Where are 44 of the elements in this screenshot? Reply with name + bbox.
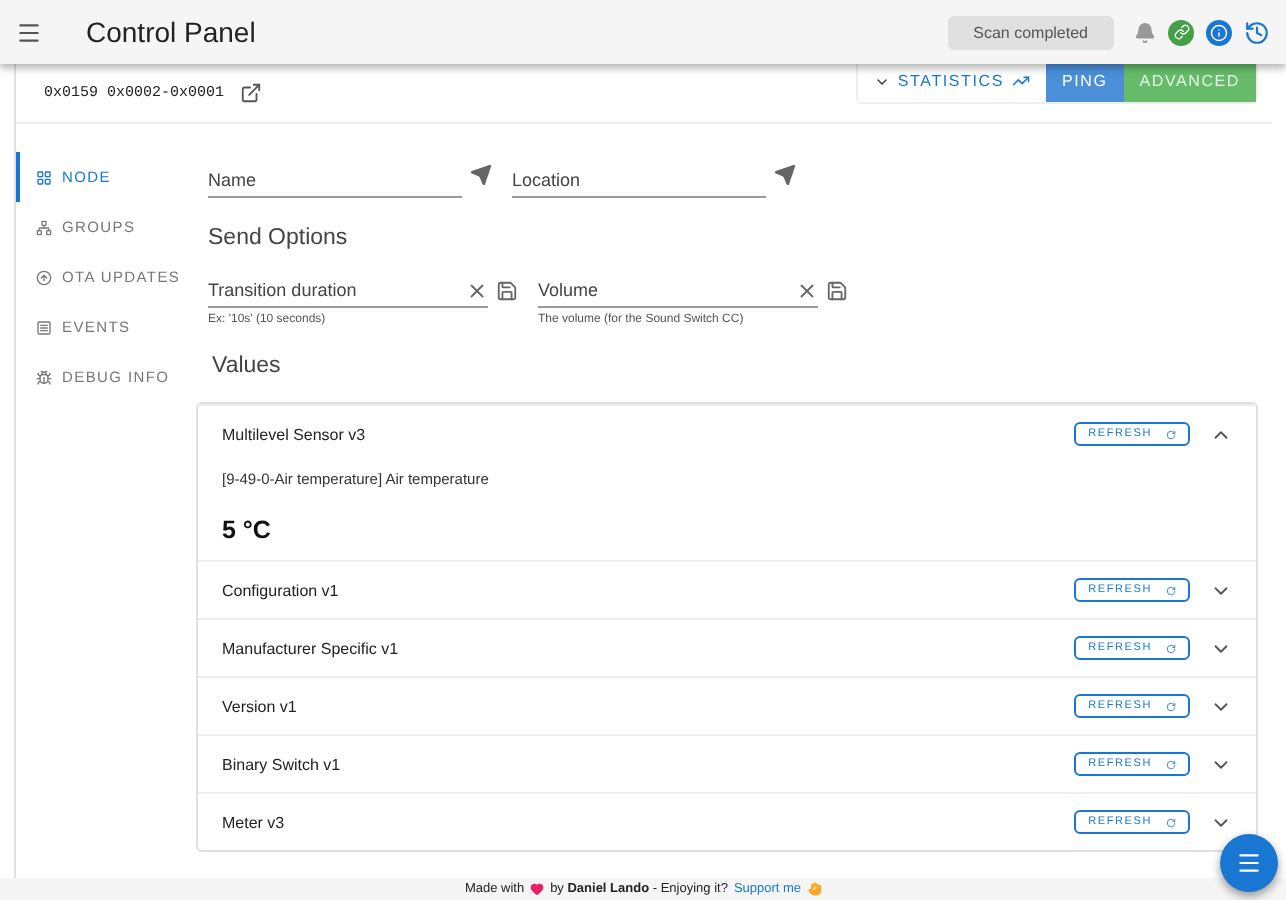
menu-fab[interactable] xyxy=(1220,834,1278,892)
accordion-title: Multilevel Sensor v3 xyxy=(222,425,368,443)
accordion-title: Manufacturer Specific v1 xyxy=(222,639,401,657)
refresh-icon xyxy=(1166,701,1176,711)
link-icon[interactable] xyxy=(1168,19,1194,45)
send-icon[interactable] xyxy=(470,164,492,186)
heart-icon xyxy=(530,882,545,896)
history-icon[interactable] xyxy=(1244,19,1270,45)
clear-icon[interactable] xyxy=(796,279,818,301)
accordion-title: Configuration v1 xyxy=(222,581,341,599)
list-icon xyxy=(36,319,52,335)
trend-icon xyxy=(1011,72,1030,90)
save-icon[interactable] xyxy=(496,280,518,302)
bug-icon xyxy=(36,369,52,385)
menu-icon xyxy=(1236,850,1262,876)
grid-icon xyxy=(36,169,52,185)
text-field[interactable]: Transition duration xyxy=(208,274,466,306)
refresh-icon xyxy=(1166,643,1176,653)
upload-icon xyxy=(36,269,52,285)
accordion-title: Binary Switch v1 xyxy=(222,755,343,773)
text-field[interactable]: Name xyxy=(208,164,462,198)
section-heading: Values xyxy=(212,354,283,378)
accordion-title: Meter v3 xyxy=(222,813,287,831)
clear-icon[interactable] xyxy=(466,279,488,301)
send-icon[interactable] xyxy=(774,164,796,186)
save-icon[interactable] xyxy=(826,280,848,302)
bell-icon[interactable] xyxy=(1134,21,1156,43)
ping-button[interactable]: PING xyxy=(1045,64,1124,101)
network-icon xyxy=(36,219,52,235)
menu-icon[interactable] xyxy=(16,19,42,45)
value-reading: 5 °C xyxy=(222,516,273,544)
text-field[interactable]: Location xyxy=(512,164,766,198)
status-chip: Scan completed xyxy=(947,15,1114,49)
refresh-icon xyxy=(1166,585,1176,595)
external-link-icon[interactable] xyxy=(240,82,263,104)
section-heading: Send Options xyxy=(208,226,350,250)
text-field[interactable]: Volume xyxy=(538,274,796,306)
refresh-icon xyxy=(1166,429,1176,439)
info-icon[interactable] xyxy=(1206,19,1232,45)
accordion-title: Version v1 xyxy=(222,697,299,715)
refresh-icon xyxy=(1166,759,1176,769)
app-title: Control Panel xyxy=(86,16,258,48)
refresh-icon xyxy=(1166,817,1176,827)
statistics-label: STATISTICS xyxy=(897,72,1004,90)
